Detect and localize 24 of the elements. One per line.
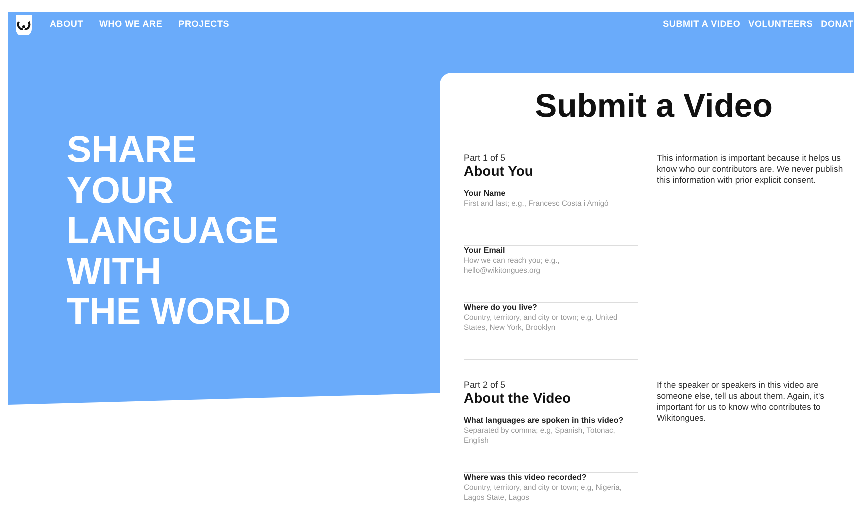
hero-headline-line: SHARE (67, 130, 198, 170)
field-label: What languages are spoken in this video? (464, 416, 625, 426)
nav-link[interactable]: PROJECTS (178, 18, 230, 32)
hero-headline-line: THE WORLD (67, 292, 292, 332)
section-note: This information is important because it helps us know who our contributors are. We never publish this information with prior explicit consent. (657, 153, 844, 187)
nav-link[interactable]: WHO WE ARE (100, 18, 163, 32)
field-label: Where was this video recorded? (464, 473, 588, 483)
field-label: Your Email (464, 246, 506, 256)
field-label: Where do you live? (464, 303, 538, 313)
section-heading: About the Video (464, 390, 572, 407)
nav-link[interactable]: ABOUT (50, 18, 84, 32)
section-heading: About You (464, 163, 534, 180)
nav-link[interactable]: VOLUNTEERS (748, 18, 814, 32)
logo-icon[interactable] (14, 15, 34, 35)
hero-headline-line: WITH (67, 252, 163, 292)
form-title: Submit a Video (534, 86, 774, 126)
hero-headline-line: LANGUAGE (67, 211, 280, 252)
part-label: Part 2 of 5 (464, 380, 507, 390)
nav-link[interactable]: DONAT (821, 18, 854, 32)
nav-link[interactable]: SUBMIT A VIDEO (663, 18, 741, 32)
hero-headline-line: YOUR (67, 170, 175, 211)
part-label: Part 1 of 5 (464, 153, 507, 163)
field-label: Your Name (464, 189, 507, 199)
section-note: If the speaker or speakers in this video are someone else, tell us about them. Again, it's important for us to know who contributes to Wikitongues. (657, 380, 826, 425)
